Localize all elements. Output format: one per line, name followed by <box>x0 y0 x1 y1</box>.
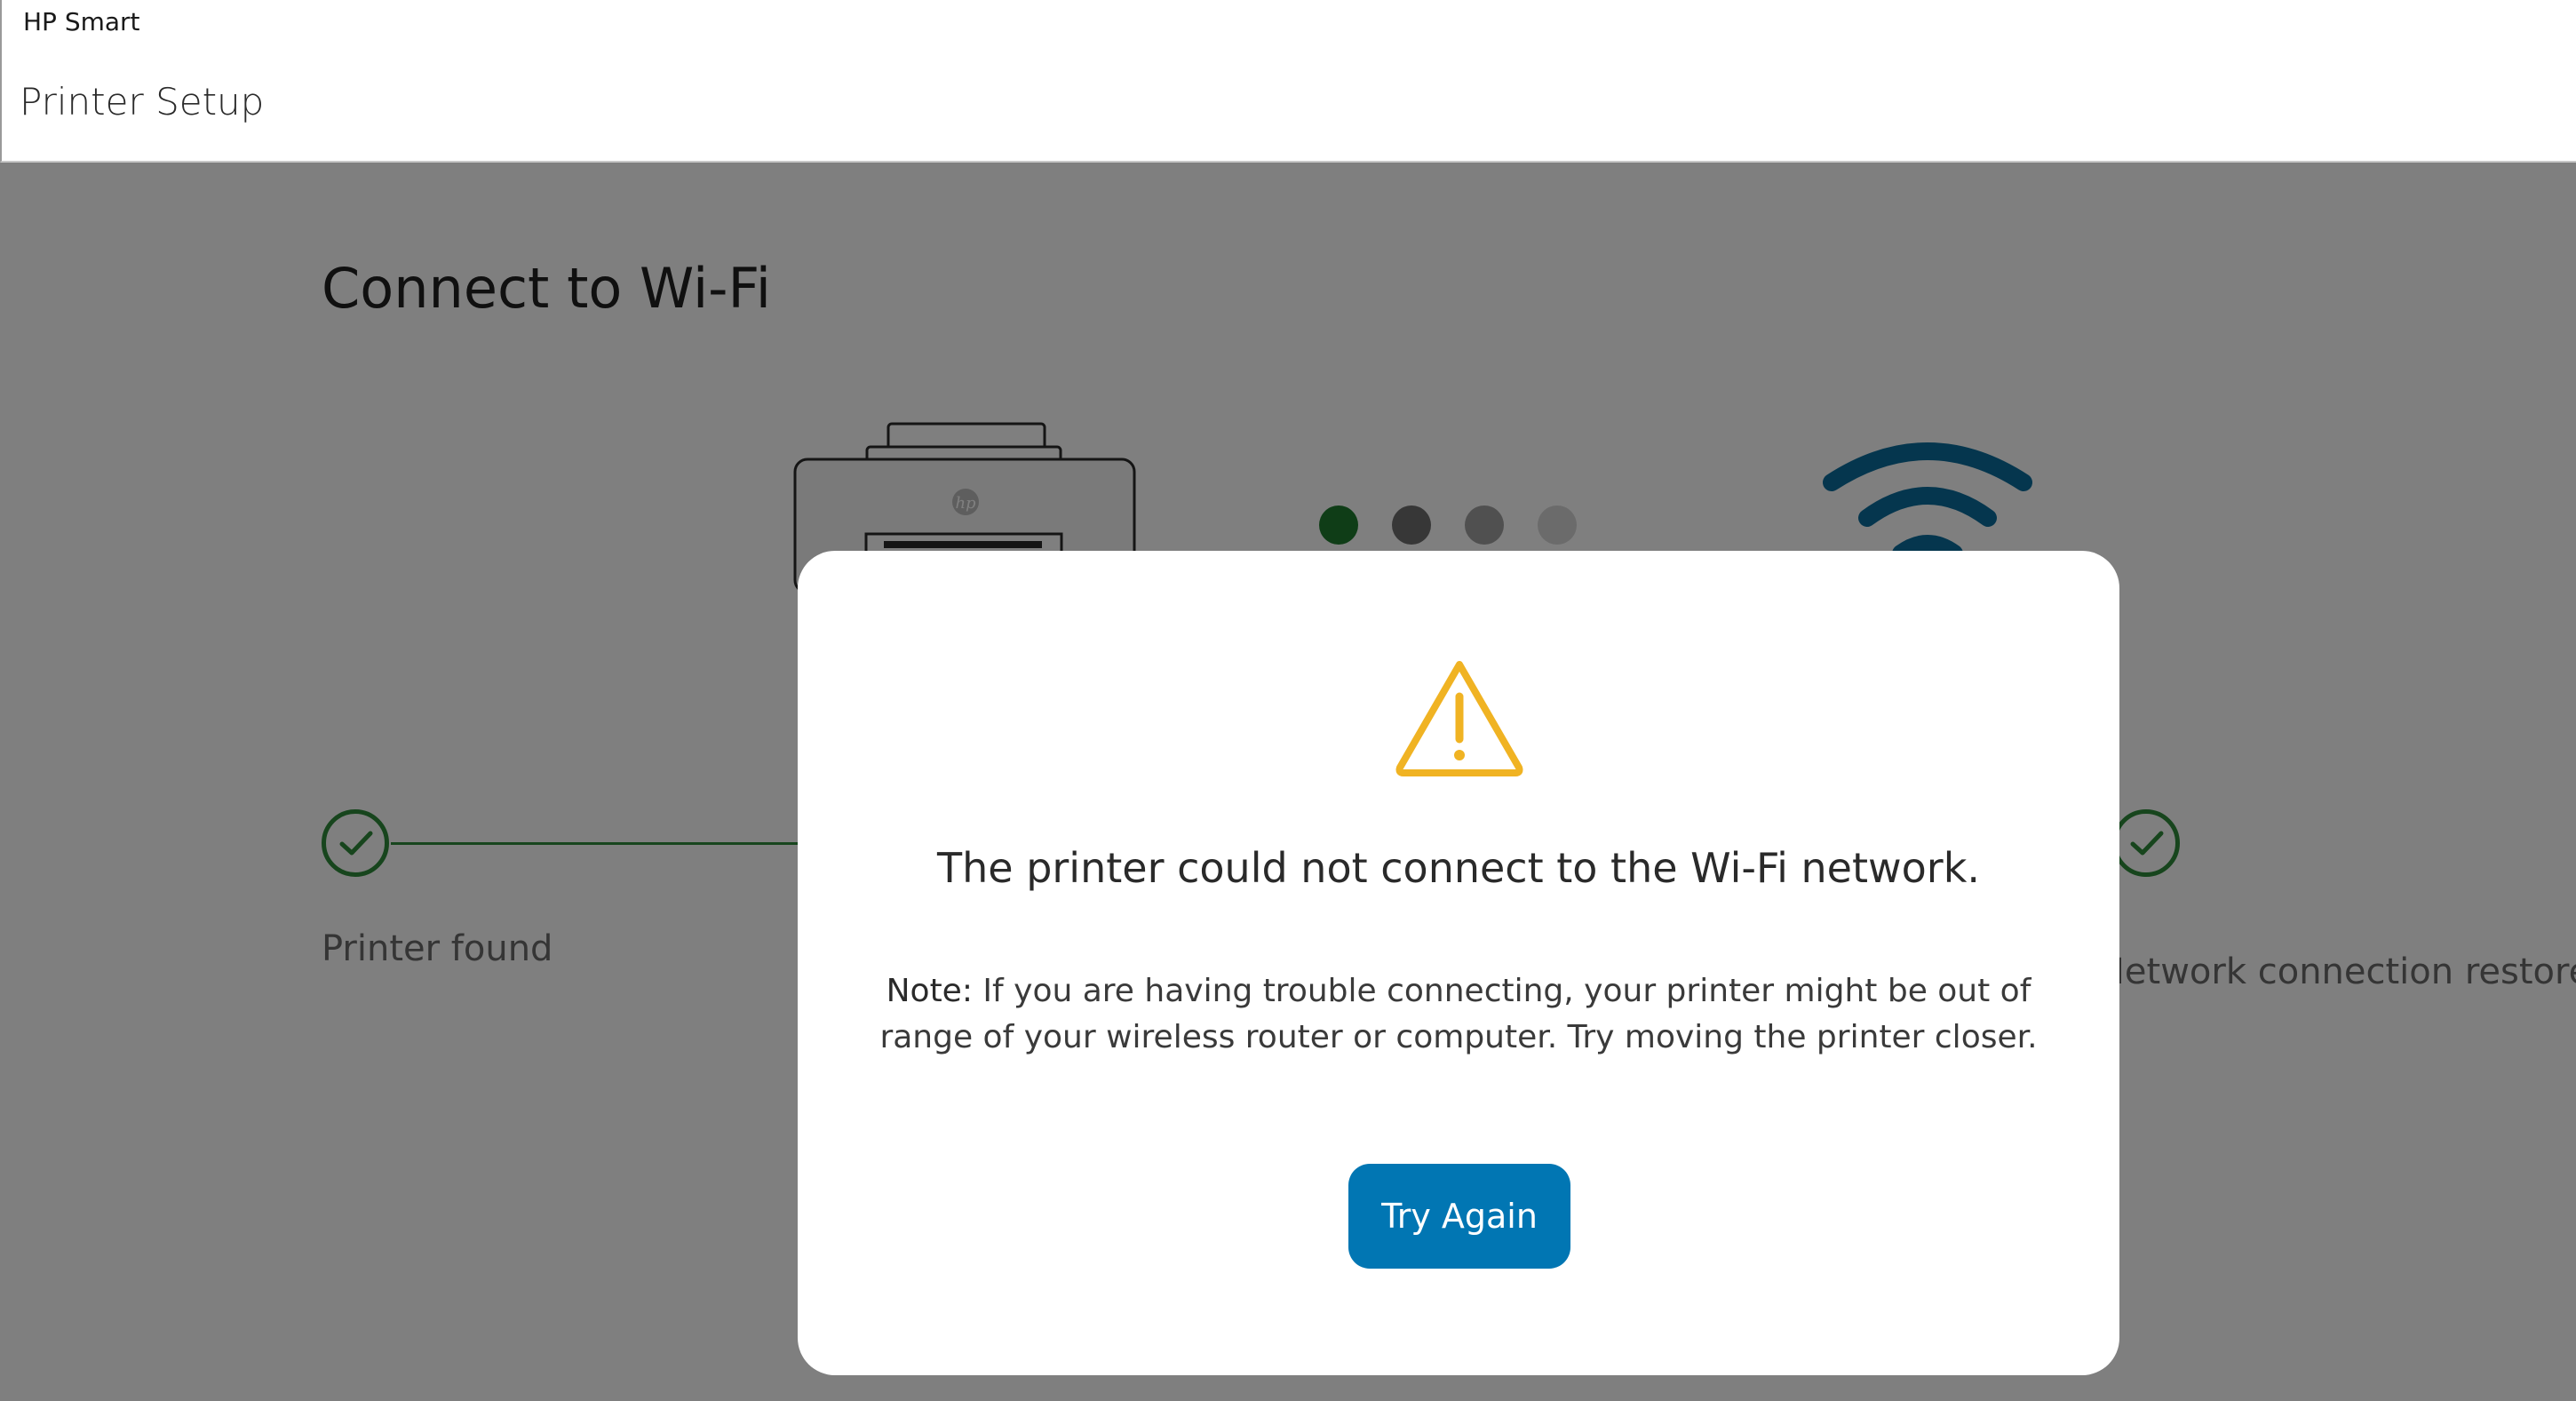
window-title: HP Smart <box>23 7 140 36</box>
dialog-note: Note: If you are having trouble connecti… <box>855 968 2063 1061</box>
try-again-button[interactable]: Try Again <box>1348 1164 1570 1269</box>
page-header: Printer Setup <box>20 80 265 123</box>
note-text: If you are having trouble connecting, yo… <box>879 973 2038 1055</box>
note-label: Note: <box>886 973 973 1009</box>
app-header: HP Smart Printer Setup <box>0 0 2576 163</box>
error-dialog: The printer could not connect to the Wi-… <box>798 551 2119 1375</box>
warning-icon <box>1395 661 1523 776</box>
dialog-title: The printer could not connect to the Wi-… <box>937 844 1980 892</box>
